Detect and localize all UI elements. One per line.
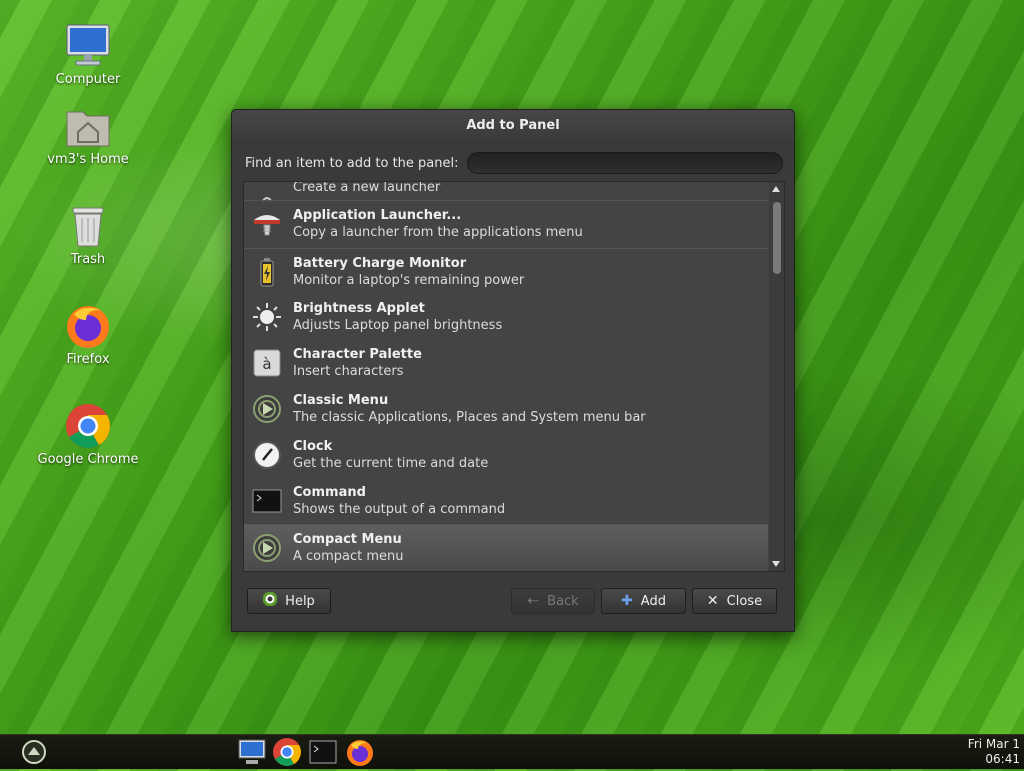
clock-time: 06:41 — [985, 752, 1020, 766]
item-desc: A compact menu — [293, 549, 404, 564]
close-label: Close — [726, 593, 763, 609]
scroll-up-arrow-icon[interactable] — [772, 186, 780, 192]
list-item-command[interactable]: Command Shows the output of a command — [244, 478, 768, 524]
show-desktop-icon[interactable] — [237, 737, 267, 767]
classic-menu-icon — [251, 393, 283, 425]
item-desc: Copy a launcher from the applications me… — [293, 225, 583, 240]
item-name: Clock — [293, 439, 333, 454]
item-name: Battery Charge Monitor — [293, 256, 467, 271]
back-button[interactable]: ⇠ Back — [511, 588, 595, 614]
panel-clock[interactable]: Fri Mar 1 06:41 — [968, 737, 1020, 767]
home-folder-icon — [64, 102, 112, 150]
desktop-icon-label: vm3's Home — [47, 152, 129, 167]
desktop-icon-trash[interactable]: Trash — [33, 202, 143, 267]
find-label: Find an item to add to the panel: — [245, 155, 459, 171]
list-item-clock[interactable]: Clock Get the current time and date — [244, 432, 768, 478]
help-button[interactable]: Help — [247, 588, 331, 614]
brightness-icon — [251, 301, 283, 333]
item-name: Compact Menu — [293, 532, 402, 547]
chrome-icon — [64, 402, 112, 450]
item-name: Command — [293, 485, 366, 500]
item-desc: Monitor a laptop's remaining power — [293, 273, 525, 288]
search-input[interactable] — [466, 152, 783, 174]
firefox-launcher-icon[interactable] — [345, 737, 375, 767]
battery-icon — [251, 256, 283, 288]
item-name: Application Launcher... — [293, 208, 462, 223]
main-menu-icon[interactable] — [20, 737, 50, 767]
help-label: Help — [285, 593, 315, 609]
firefox-icon — [64, 302, 112, 350]
item-name: Brightness Applet — [293, 301, 425, 316]
item-name: Classic Menu — [293, 393, 389, 408]
taskbar: Fri Mar 1 06:41 — [0, 734, 1024, 769]
list-item-brightness-applet[interactable]: Brightness Applet Adjusts Laptop panel br… — [244, 294, 768, 340]
close-button[interactable]: ✕ Close — [692, 588, 777, 614]
desktop-icon-label: Firefox — [66, 352, 110, 367]
item-desc: Insert characters — [293, 364, 404, 379]
scroll-down-arrow-icon[interactable] — [772, 561, 780, 567]
list-scrollbar[interactable] — [769, 182, 784, 571]
back-arrow-icon: ⇠ — [527, 593, 540, 609]
clock-icon — [251, 439, 283, 471]
app-launcher-icon — [251, 208, 283, 240]
item-desc: Adjusts Laptop panel brightness — [293, 318, 503, 333]
compact-menu-icon — [251, 532, 283, 564]
desktop-icon-computer[interactable]: Computer — [33, 22, 143, 87]
desktop-icon-label: Trash — [70, 252, 106, 267]
list-item-compact-menu[interactable]: Compact Menu A compact menu — [244, 524, 768, 571]
add-label: Add — [640, 593, 666, 609]
add-icon: ✚ — [621, 593, 633, 609]
list-item-battery-monitor[interactable]: Battery Charge Monitor Monitor a laptop's… — [244, 248, 768, 295]
item-desc: The classic Applications, Places and Sys… — [293, 410, 646, 425]
scroll-thumb[interactable] — [773, 202, 781, 274]
add-button[interactable]: ✚ Add — [601, 588, 686, 614]
terminal-launcher-icon[interactable] — [308, 737, 338, 767]
desktop-icon-home[interactable]: vm3's Home — [33, 102, 143, 167]
list-item-application-launcher[interactable]: Application Launcher... Copy a launcher f… — [244, 200, 768, 247]
item-name: Character Palette — [293, 347, 422, 362]
desktop-icon-firefox[interactable]: Firefox — [33, 302, 143, 367]
back-label: Back — [547, 593, 579, 609]
applet-list[interactable]: Create a new launcher Application Launch… — [243, 181, 785, 572]
list-item-classic-menu[interactable]: Classic Menu The classic Applications, Pl… — [244, 386, 768, 432]
list-item-character-palette[interactable]: à Character Palette Insert characters — [244, 340, 768, 386]
close-icon: ✕ — [706, 593, 719, 609]
item-desc: Create a new launcher — [293, 181, 441, 195]
add-to-panel-dialog: Add to Panel Find an item to add to the … — [231, 109, 795, 632]
help-icon — [262, 591, 278, 610]
desktop-icon-chrome[interactable]: Google Chrome — [33, 402, 143, 467]
svg-text:à: à — [262, 355, 271, 373]
computer-icon — [64, 22, 112, 70]
desktop-icon-label: Computer — [55, 72, 121, 87]
item-desc: Shows the output of a command — [293, 502, 506, 517]
item-desc: Get the current time and date — [293, 456, 489, 471]
chrome-launcher-icon[interactable] — [272, 737, 302, 767]
find-row: Find an item to add to the panel: — [245, 150, 783, 176]
dialog-title[interactable]: Add to Panel — [232, 110, 794, 142]
desktop-icon-label: Google Chrome — [37, 452, 139, 467]
terminal-icon — [251, 485, 283, 517]
character-palette-icon: à — [251, 347, 283, 379]
clock-date: Fri Mar 1 — [967, 737, 1020, 751]
trash-icon — [64, 202, 112, 250]
